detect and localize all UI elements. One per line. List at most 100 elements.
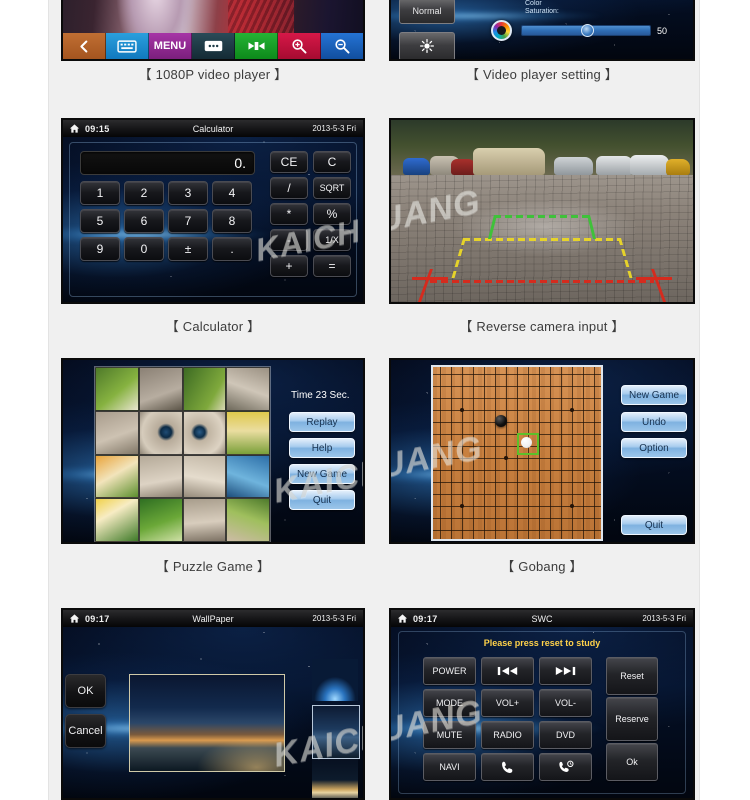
gobang-new-game-button[interactable]: New Game (621, 385, 687, 405)
video-frame-image (63, 0, 363, 33)
puzzle-new-game-button[interactable]: New Game (289, 464, 355, 484)
wallpaper-thumbnail-selected[interactable] (312, 705, 360, 759)
puzzle-tile[interactable] (138, 367, 183, 411)
gobang-undo-button[interactable]: Undo (621, 412, 687, 432)
puzzle-tile[interactable] (95, 454, 139, 499)
swc-key-next-track[interactable] (539, 657, 592, 685)
calc-key-decimal[interactable]: . (212, 237, 252, 261)
wallpaper-thumbnail[interactable] (312, 759, 358, 798)
panel-puzzle-game: Time 23 Sec. Replay Help New Game Quit K… (61, 358, 365, 544)
saturation-label-line1: Color (525, 0, 542, 7)
wallpaper-thumbnail[interactable] (312, 659, 358, 701)
wallpaper-cancel-button[interactable]: Cancel (65, 714, 106, 748)
swc-key-mute[interactable]: MUTE (423, 721, 476, 749)
swc-key-navi[interactable]: NAVI (423, 753, 476, 781)
calc-key-minus[interactable]: - (270, 229, 308, 251)
calc-key-7[interactable]: 7 (168, 209, 208, 233)
puzzle-tile[interactable] (182, 498, 227, 542)
wallpaper-statusbar: 09:17 WallPaper 2013-5-3 Fri (63, 610, 363, 627)
puzzle-tile[interactable] (226, 498, 270, 542)
puzzle-replay-button[interactable]: Replay (289, 412, 355, 432)
gobang-option-button[interactable]: Option (621, 438, 687, 458)
video-zoom-in-button[interactable] (278, 33, 321, 59)
calc-key-reciprocal[interactable]: 1/X (313, 229, 351, 251)
puzzle-tile[interactable] (138, 498, 183, 542)
gobang-quit-button[interactable]: Quit (621, 515, 687, 535)
gobang-star-point (570, 408, 574, 412)
puzzle-tile[interactable] (138, 454, 183, 499)
calc-key-6[interactable]: 6 (124, 209, 164, 233)
gobang-board[interactable] (431, 365, 603, 541)
puzzle-tile[interactable] (95, 410, 139, 455)
video-more-button[interactable] (192, 33, 235, 59)
swc-reserve-button[interactable]: Reserve (606, 697, 658, 741)
content-panel: MENU 【 1080P video player 】 Normal Color… (48, 0, 700, 800)
calc-key-5[interactable]: 5 (80, 209, 120, 233)
video-menu-button[interactable]: MENU (149, 33, 192, 59)
calc-key-divide[interactable]: / (270, 177, 308, 199)
mode-normal-button[interactable]: Normal (399, 0, 455, 24)
puzzle-help-button[interactable]: Help (289, 438, 355, 458)
puzzle-tile[interactable] (138, 410, 183, 455)
puzzle-tile[interactable] (226, 454, 270, 499)
swc-key-mode[interactable]: MODE (423, 689, 476, 717)
swc-key-radio[interactable]: RADIO (481, 721, 534, 749)
video-toolbar: MENU (63, 33, 363, 59)
puzzle-tile[interactable] (95, 367, 139, 411)
swc-key-phone[interactable] (481, 753, 534, 781)
gobang-star-point (504, 456, 508, 460)
calc-key-3[interactable]: 3 (168, 181, 208, 205)
wallpaper-ok-button[interactable]: OK (65, 674, 106, 708)
calc-key-equals[interactable]: = (313, 255, 351, 277)
swc-key-dvd[interactable]: DVD (539, 721, 592, 749)
video-keyboard-button[interactable] (106, 33, 149, 59)
video-back-button[interactable] (63, 33, 106, 59)
calc-key-0[interactable]: 0 (124, 237, 164, 261)
puzzle-board[interactable] (94, 366, 271, 542)
brightness-button[interactable] (399, 32, 455, 59)
calc-key-9[interactable]: 9 (80, 237, 120, 261)
calc-key-c[interactable]: C (313, 151, 351, 173)
calc-key-8[interactable]: 8 (212, 209, 252, 233)
swc-key-prev-track[interactable] (481, 657, 534, 685)
calc-key-4[interactable]: 4 (212, 181, 252, 205)
swc-reset-button[interactable]: Reset (606, 657, 658, 695)
swc-screen: 09:17 SWC 2013-5-3 Fri Please press rese… (389, 608, 695, 800)
calc-key-ce[interactable]: CE (270, 151, 308, 173)
swc-ok-button[interactable]: Ok (606, 743, 658, 781)
phone-end-icon (558, 760, 574, 775)
video-icon (247, 40, 266, 52)
swc-key-phone-end[interactable] (539, 753, 592, 781)
video-zoom-out-button[interactable] (321, 33, 363, 59)
swc-statusbar: 09:17 SWC 2013-5-3 Fri (391, 610, 693, 627)
calculator-frame: 0. 1 2 3 4 5 6 7 8 9 0 ± . CE C / SQRT *… (69, 142, 357, 297)
puzzle-tile[interactable] (226, 410, 270, 455)
puzzle-tile[interactable] (182, 410, 227, 455)
puzzle-tile[interactable] (226, 367, 270, 411)
panel-video-player: MENU (61, 0, 365, 61)
caption-video-player: 【 1080P video player 】 (138, 67, 288, 82)
calc-key-plusminus[interactable]: ± (168, 237, 208, 261)
video-play-button[interactable] (235, 33, 278, 59)
swc-key-vol-up[interactable]: VOL+ (481, 689, 534, 717)
swc-key-power[interactable]: POWER (423, 657, 476, 685)
wallpaper-screen: 09:17 WallPaper 2013-5-3 Fri OK Cancel K… (61, 608, 365, 800)
calc-key-multiply[interactable]: * (270, 203, 308, 225)
swc-key-vol-down[interactable]: VOL- (539, 689, 592, 717)
calc-key-plus[interactable]: + (270, 255, 308, 277)
saturation-slider-knob[interactable] (581, 24, 594, 37)
color-wheel-icon[interactable] (491, 20, 512, 41)
puzzle-quit-button[interactable]: Quit (289, 490, 355, 510)
puzzle-tile[interactable] (95, 498, 139, 542)
gobang-star-point (570, 504, 574, 508)
calc-key-percent[interactable]: % (313, 203, 351, 225)
statusbar-date: 2013-5-3 Fri (642, 614, 686, 623)
puzzle-tile[interactable] (182, 367, 227, 411)
calc-key-sqrt[interactable]: SQRT (313, 177, 351, 199)
calc-key-1[interactable]: 1 (80, 181, 120, 205)
gobang-star-point (460, 408, 464, 412)
puzzle-tile[interactable] (182, 454, 227, 499)
calc-key-2[interactable]: 2 (124, 181, 164, 205)
swc-hint-text: Please press reset to study (483, 638, 601, 648)
saturation-slider[interactable] (521, 24, 651, 37)
